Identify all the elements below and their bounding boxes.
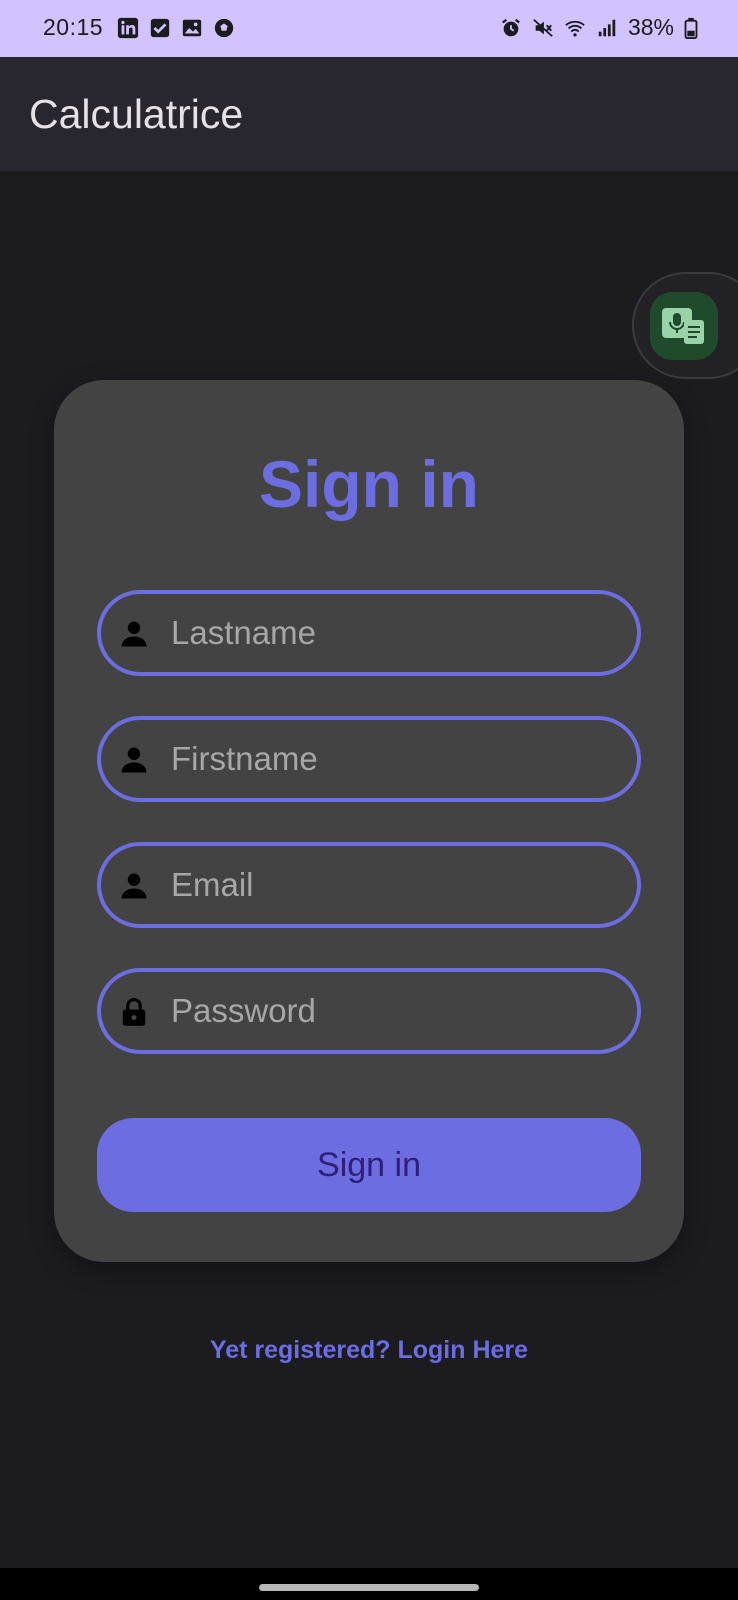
mic-text-icon — [662, 308, 704, 344]
lastname-field[interactable] — [97, 590, 641, 676]
sign-in-card: Sign in Sign in — [54, 380, 684, 1262]
firstname-field[interactable] — [97, 716, 641, 802]
login-link[interactable]: Yet registered? Login Here — [0, 1336, 738, 1365]
status-time: 20:15 — [43, 14, 104, 40]
mute-icon — [533, 18, 553, 37]
soccer-icon — [214, 18, 234, 37]
home-gesture-handle[interactable] — [259, 1584, 479, 1591]
person-icon — [121, 621, 147, 647]
alarm-icon — [502, 18, 520, 36]
card-title: Sign in — [259, 447, 479, 521]
firstname-input[interactable] — [171, 720, 621, 798]
wifi-icon — [565, 20, 585, 37]
lastname-input[interactable] — [171, 594, 621, 672]
sign-in-button[interactable]: Sign in — [97, 1118, 641, 1212]
lock-icon — [122, 997, 146, 1026]
email-input[interactable] — [171, 846, 621, 924]
signal-icon — [598, 19, 616, 36]
password-input[interactable] — [171, 972, 621, 1050]
battery-icon — [684, 17, 698, 39]
person-icon — [121, 873, 147, 899]
email-field[interactable] — [97, 842, 641, 928]
linkedin-icon — [117, 17, 139, 38]
app-title: Calculatrice — [29, 91, 244, 137]
floating-voice-bubble[interactable] — [632, 272, 738, 379]
status-left: 20:15 — [43, 14, 235, 41]
person-icon — [121, 747, 147, 773]
image-icon — [182, 19, 202, 36]
check-icon — [150, 18, 170, 37]
status-bar: 20:15 38% — [0, 0, 738, 57]
notification-icons — [117, 17, 235, 39]
app-bar: Calculatrice — [0, 57, 738, 171]
voice-input-icon[interactable] — [650, 292, 718, 360]
status-right: 38% — [500, 14, 698, 41]
password-field[interactable] — [97, 968, 641, 1054]
battery-percentage: 38% — [627, 14, 674, 40]
